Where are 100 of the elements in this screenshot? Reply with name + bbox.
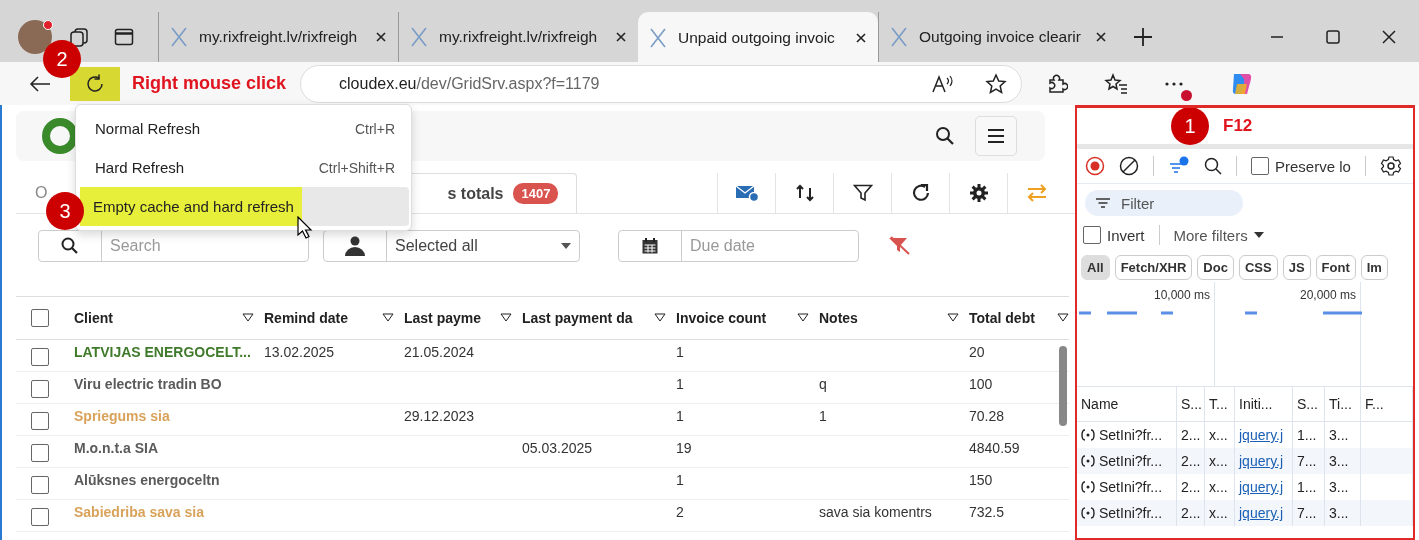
table-cell: x... [1209,427,1228,443]
network-filter-icon[interactable] [1168,156,1190,176]
column-header[interactable]: Last payme [404,310,496,326]
column-header[interactable]: S... [1297,396,1318,412]
table-cell: 2... [1181,453,1201,469]
row-checkbox[interactable] [31,412,49,430]
table-cell: 1 [676,376,684,392]
due-date-input[interactable]: Due date [682,231,858,261]
column-header[interactable]: Last payment da [522,310,650,326]
star-icon[interactable] [985,72,1008,95]
type-filter-chip[interactable]: All [1081,254,1110,280]
table-cell: 1 [676,408,684,424]
column-filter-icon[interactable] [500,313,512,323]
request-row[interactable]: SetIni?fr... 2... x... jquery.j 7... 3... [1077,500,1413,526]
close-icon[interactable] [614,30,628,44]
close-icon[interactable] [374,30,388,44]
table-cell: 1... [1297,427,1317,443]
filter-icon[interactable] [852,184,873,202]
client-name: Alūksnes energoceltn [74,472,220,488]
more-filters-dropdown[interactable]: More filters [1173,226,1264,244]
close-icon[interactable] [854,31,868,45]
scrollbar-thumb[interactable] [1059,346,1067,426]
browser-tab[interactable]: Unpaid outgoing invoic [638,12,878,64]
column-header[interactable]: Name [1081,396,1119,412]
search-icon[interactable] [1204,157,1222,175]
tab-favicon-icon [169,25,189,49]
record-icon[interactable] [1085,156,1105,176]
update-badge [1181,89,1193,101]
type-filter-chip[interactable]: CSS [1238,254,1278,280]
column-header[interactable]: Initi... [1239,396,1273,412]
table-cell: 2 [676,504,684,520]
initiator-link[interactable]: jquery.j [1239,479,1284,495]
table-cell: SetIni?fr... [1099,479,1163,495]
request-row[interactable]: SetIni?fr... 2... x... jquery.j 7... 3... [1077,448,1413,474]
close-icon[interactable] [1094,30,1108,44]
type-filter-chip[interactable]: JS [1282,254,1311,280]
column-header[interactable]: T... [1209,396,1228,412]
row-checkbox[interactable] [31,476,49,494]
filter-field[interactable]: Filter [1085,190,1243,216]
type-filter-chip[interactable]: Fetch/XHR [1114,254,1193,280]
table-cell: 100 [969,376,993,392]
column-filter-icon[interactable] [382,313,394,323]
type-filter-chip[interactable]: Im [1360,254,1388,280]
settings-icon[interactable] [1379,155,1402,177]
initiator-link[interactable]: jquery.j [1239,453,1284,469]
column-header[interactable]: Notes [819,310,943,326]
back-icon[interactable] [28,73,52,94]
column-filter-icon[interactable] [242,313,254,323]
column-header[interactable]: Client [74,310,238,326]
caret-icon [1253,232,1264,238]
table-cell: 732.5 [969,504,1005,520]
column-header[interactable]: F... [1365,396,1384,412]
column-filter-icon[interactable] [947,313,959,323]
puzzle-icon[interactable] [1046,72,1069,95]
menu-item[interactable]: Normal Refresh Ctrl+R [78,109,409,148]
clear-filter-icon[interactable] [887,236,911,256]
email-icon[interactable] [734,184,759,202]
settings-icon[interactable] [968,183,989,203]
select-all-checkbox[interactable] [31,309,49,327]
collections-icon[interactable] [68,26,90,48]
favorites-icon[interactable] [1104,72,1129,95]
column-filter-icon[interactable] [654,313,666,323]
close-icon[interactable] [1381,29,1397,45]
due-date-field[interactable]: Due date [618,230,859,262]
filter-input[interactable]: Filter [1119,193,1223,213]
row-checkbox[interactable] [31,348,49,366]
search-icon[interactable] [935,126,955,146]
clear-icon[interactable] [1119,156,1139,176]
column-header[interactable]: Total debt [969,310,1053,326]
search-icon [61,237,79,255]
profile-avatar[interactable] [18,20,52,54]
column-filter-icon[interactable] [797,313,809,323]
maximize-icon[interactable] [1325,29,1341,45]
tab-favicon-icon [889,25,909,49]
page-tab[interactable]: O [34,173,49,213]
new-tab-icon[interactable] [1132,26,1154,48]
sidebar-icon[interactable] [114,28,134,46]
column-header[interactable]: Invoice count [676,310,793,326]
column-header[interactable]: Ti... [1329,396,1352,412]
type-filter-chip[interactable]: Font [1315,254,1356,280]
refresh-icon[interactable] [910,183,931,203]
menu-item[interactable]: Empty cache and hard refresh [80,187,409,226]
menu-icon [987,128,1005,144]
type-filter-chip[interactable]: Doc [1197,254,1234,280]
read-aloud-icon[interactable] [931,73,956,94]
column-header[interactable]: S... [1181,396,1202,412]
row-checkbox[interactable] [31,508,49,526]
search-input[interactable]: Search [102,231,308,261]
initiator-link[interactable]: jquery.j [1239,505,1284,521]
preserve-log-checkbox[interactable]: Preserve lo [1251,157,1351,175]
menu-button[interactable] [975,116,1017,156]
row-checkbox[interactable] [31,444,49,462]
initiator-link[interactable]: jquery.j [1239,427,1284,443]
row-checkbox[interactable] [31,380,49,398]
invert-checkbox[interactable]: Invert [1083,226,1145,244]
address-bar[interactable]: cloudex.eu/dev/GridSrv.aspx?f=1179 [300,64,1023,103]
reload-button[interactable] [70,66,120,101]
column-header[interactable]: Remind date [264,310,378,326]
column-filter-icon[interactable] [1057,313,1069,323]
table-cell: SetIni?fr... [1099,427,1163,443]
